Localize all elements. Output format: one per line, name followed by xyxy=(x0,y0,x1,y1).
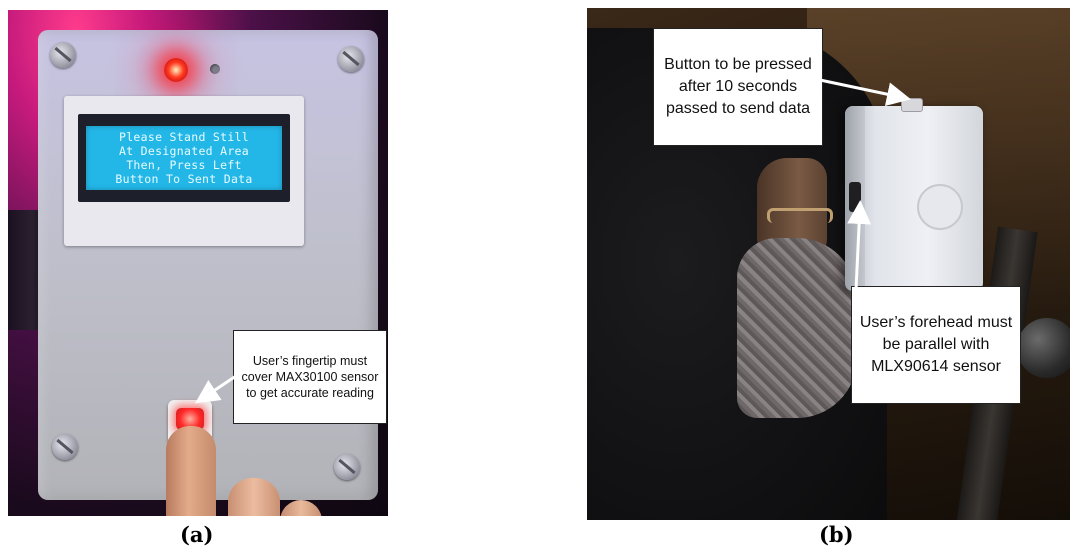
glasses xyxy=(767,208,833,223)
send-data-push-button xyxy=(901,98,923,112)
screw-icon xyxy=(50,42,76,68)
user-finger xyxy=(228,478,280,516)
face-mask xyxy=(737,238,857,418)
user-fingertip xyxy=(166,426,216,516)
lcd-line-3: Then, Press Left xyxy=(126,158,242,172)
pipe-fitting xyxy=(1017,318,1070,378)
lcd-display: Please Stand Still At Designated Area Th… xyxy=(86,126,282,190)
device-enclosure-side xyxy=(845,98,983,291)
led-hole xyxy=(210,64,220,74)
lcd-bezel: Please Stand Still At Designated Area Th… xyxy=(78,114,290,202)
user-finger xyxy=(280,500,322,516)
device-enclosure: Please Stand Still At Designated Area Th… xyxy=(38,30,378,516)
callout-sensor-instruction: User’s forehead must be parallel with ML… xyxy=(851,286,1021,404)
caption-a: (a) xyxy=(180,522,214,547)
lcd-line-2: At Designated Area xyxy=(118,144,250,158)
photo-device-front: Please Stand Still At Designated Area Th… xyxy=(8,10,388,516)
red-led-indicator xyxy=(164,58,188,82)
mlx90614-sensor xyxy=(849,182,861,212)
callout-button-text: Button to be pressed after 10 seconds pa… xyxy=(664,56,812,117)
lcd-line-1: Please Stand Still xyxy=(118,130,250,144)
enclosure-knockout xyxy=(917,184,963,230)
screw-icon xyxy=(338,46,364,72)
caption-b: (b) xyxy=(819,522,854,547)
callout-fingertip-instruction: User’s fingertip must cover MAX30100 sen… xyxy=(233,330,387,424)
lcd-frame: Please Stand Still At Designated Area Th… xyxy=(64,96,304,246)
callout-fingertip-text: User’s fingertip must cover MAX30100 sen… xyxy=(241,354,379,400)
screw-icon xyxy=(334,454,360,480)
screw-icon xyxy=(52,434,78,460)
lcd-line-4: Button To Sent Data xyxy=(115,172,253,186)
callout-sensor-text: User’s forehead must be parallel with ML… xyxy=(859,314,1013,375)
callout-button-instruction: Button to be pressed after 10 seconds pa… xyxy=(653,28,823,146)
